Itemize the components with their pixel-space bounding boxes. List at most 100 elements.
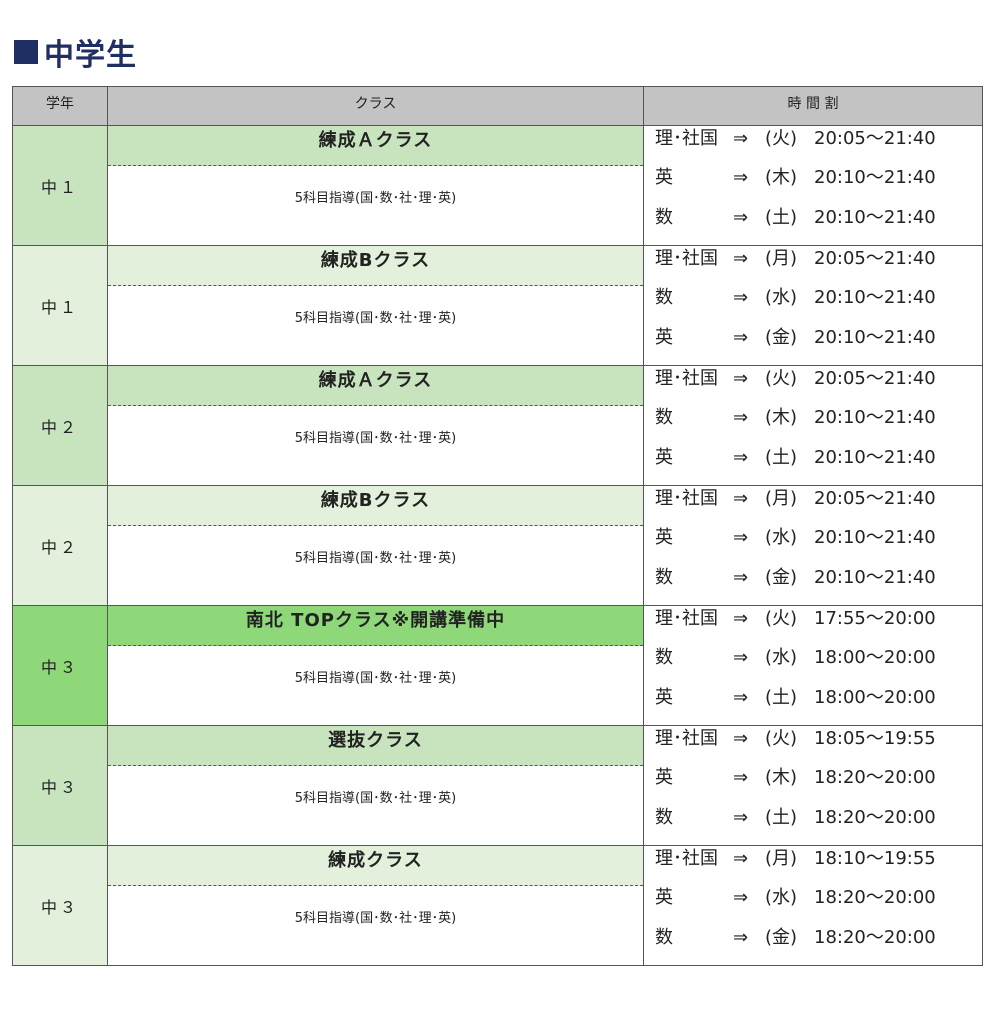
timetable-entry: 英 ⇒ (土) 18:00～20:00 [644,685,982,724]
timetable-entry: 理･社国 ⇒ (火) 17:55～20:00 [644,606,982,645]
table-header-row: 学年 クラス 時 間 割 [12,86,983,126]
arrow-icon: ⇒ [733,647,749,669]
arrow-icon: ⇒ [733,806,749,828]
timetable-cell: 理･社国 ⇒ (月) 20:05～21:40 数 ⇒ (水) 20:10～21:40 英 ⇒ (金)… [643,245,983,366]
entry-subject: 数 [655,206,673,228]
entry-subject: 理･社国 [655,248,718,269]
entry-day: (火) [765,728,798,749]
timetable-entry: 理･社国 ⇒ (火) 20:05～21:40 [644,126,982,165]
square-bullet-icon [14,40,38,64]
class-subjects: 5科目指導(国･数･社･理･英) [294,431,457,446]
header-timetable: 時 間 割 [643,86,983,126]
entry-day: (木) [765,407,798,429]
entry-time: 20:10～21:40 [814,446,936,468]
timetable-entry: 数 ⇒ (水) 20:10～21:40 [644,285,982,324]
entry-time: 20:10～21:40 [814,407,936,429]
entry-time: 20:05～21:40 [814,248,936,269]
entry-subject: 理･社国 [655,128,718,149]
table-row: 中３ 選抜クラス 5科目指導(国･数･社･理･英) 理･社国 ⇒ (火) 18:05～19:… [12,725,983,846]
entry-subject: 英 [655,446,673,468]
grade-cell: 中３ [12,845,108,966]
grade-cell: 中１ [12,125,108,246]
timetable-cell: 理･社国 ⇒ (月) 18:10～19:55 英 ⇒ (水) 18:20～20:00 数 ⇒ (金)… [643,845,983,966]
class-subjects: 5科目指導(国･数･社･理･英) [294,191,457,206]
timetable-cell: 理･社国 ⇒ (火) 20:05～21:40 英 ⇒ (木) 20:10～21:40 数 ⇒ (土)… [643,125,983,246]
entry-time: 18:00～20:00 [814,647,936,669]
entry-time: 20:05～21:40 [814,128,936,149]
entry-day: (土) [765,686,798,708]
timetable-entry: 英 ⇒ (木) 20:10～21:40 [644,165,982,204]
entry-time: 18:20～20:00 [814,887,936,909]
entry-day: (木) [765,767,798,789]
entry-subject: 数 [655,407,673,429]
class-name: 練成Ａクラス [108,366,643,406]
timetable-entry: 理･社国 ⇒ (月) 18:10～19:55 [644,846,982,885]
entry-day: (土) [765,206,798,228]
grade-cell: 中２ [12,365,108,486]
class-subjects: 5科目指導(国･数･社･理･英) [294,911,457,926]
entry-subject: 理･社国 [655,368,718,389]
arrow-icon: ⇒ [733,926,749,948]
arrow-icon: ⇒ [733,566,749,588]
entry-time: 18:20～20:00 [814,767,936,789]
table-row: 中２ 練成Ａクラス 5科目指導(国･数･社･理･英) 理･社国 ⇒ (火) 20:05～21… [12,365,983,486]
timetable-entry: 数 ⇒ (金) 20:10～21:40 [644,565,982,604]
entry-subject: 理･社国 [655,848,718,869]
entry-time: 20:05～21:40 [814,368,936,389]
class-schedule-table: 学年 クラス 時 間 割 中１ 練成Ａクラス 5科目指導(国･数･社･理･英) 理･社… [12,86,983,966]
timetable-entry: 英 ⇒ (水) 20:10～21:40 [644,525,982,564]
arrow-icon: ⇒ [733,287,749,309]
table-row: 中１ 練成Ａクラス 5科目指導(国･数･社･理･英) 理･社国 ⇒ (火) 20:05～21… [12,125,983,246]
arrow-icon: ⇒ [733,527,749,549]
entry-subject: 英 [655,767,673,789]
entry-day: (木) [765,167,798,189]
class-cell: 練成Bクラス 5科目指導(国･数･社･理･英) [107,485,644,606]
timetable-cell: 理･社国 ⇒ (火) 18:05～19:55 英 ⇒ (木) 18:20～20:00 数 ⇒ (土)… [643,725,983,846]
timetable-entry: 数 ⇒ (木) 20:10～21:40 [644,405,982,444]
class-name: 練成Bクラス [108,246,643,286]
timetable-entry: 英 ⇒ (水) 18:20～20:00 [644,885,982,924]
timetable-cell: 理･社国 ⇒ (火) 17:55～20:00 数 ⇒ (水) 18:00～20:00 英 ⇒ (土)… [643,605,983,726]
entry-time: 18:10～19:55 [814,848,936,869]
entry-day: (水) [765,647,798,669]
entry-time: 18:20～20:00 [814,926,936,948]
arrow-icon: ⇒ [733,488,749,509]
entry-subject: 数 [655,806,673,828]
entry-subject: 数 [655,566,673,588]
arrow-icon: ⇒ [733,368,749,389]
class-cell: 練成Bクラス 5科目指導(国･数･社･理･英) [107,245,644,366]
timetable-entry: 理･社国 ⇒ (月) 20:05～21:40 [644,246,982,285]
entry-subject: 理･社国 [655,488,718,509]
entry-time: 18:00～20:00 [814,686,936,708]
entry-time: 20:10～21:40 [814,206,936,228]
entry-day: (土) [765,806,798,828]
class-name: 練成Ａクラス [108,126,643,166]
entry-time: 20:10～21:40 [814,287,936,309]
arrow-icon: ⇒ [733,608,749,629]
entry-day: (金) [765,566,798,588]
header-class: クラス [107,86,644,126]
entry-day: (火) [765,368,798,389]
table-row: 中２ 練成Bクラス 5科目指導(国･数･社･理･英) 理･社国 ⇒ (月) 20:05～21… [12,485,983,606]
arrow-icon: ⇒ [733,167,749,189]
entry-time: 20:10～21:40 [814,326,936,348]
entry-time: 20:10～21:40 [814,527,936,549]
entry-day: (金) [765,326,798,348]
table-row: 中３ 練成クラス 5科目指導(国･数･社･理･英) 理･社国 ⇒ (月) 18:10～19:… [12,845,983,966]
class-cell: 選抜クラス 5科目指導(国･数･社･理･英) [107,725,644,846]
table-row: 中３ 南北 TOPクラス※開講準備中 5科目指導(国･数･社･理･英) 理･社国 ⇒ (火… [12,605,983,726]
entry-subject: 理･社国 [655,608,718,629]
entry-time: 17:55～20:00 [814,608,936,629]
entry-subject: 英 [655,887,673,909]
entry-day: (金) [765,926,798,948]
arrow-icon: ⇒ [733,248,749,269]
arrow-icon: ⇒ [733,407,749,429]
entry-subject: 英 [655,527,673,549]
arrow-icon: ⇒ [733,446,749,468]
entry-subject: 英 [655,326,673,348]
grade-cell: 中２ [12,485,108,606]
entry-time: 20:10～21:40 [814,167,936,189]
timetable-entry: 英 ⇒ (金) 20:10～21:40 [644,325,982,364]
class-name: 練成クラス [108,846,643,886]
class-name: 選抜クラス [108,726,643,766]
